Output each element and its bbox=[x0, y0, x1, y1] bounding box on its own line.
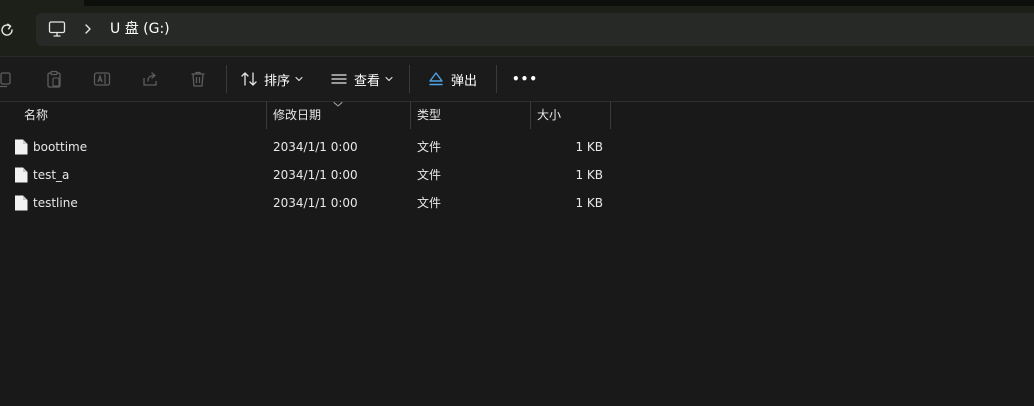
file-modified: 2034/1/1 0:00 bbox=[273, 168, 358, 182]
sort-indicator-icon bbox=[333, 101, 343, 107]
file-icon bbox=[15, 167, 28, 183]
view-label: 查看 bbox=[354, 73, 381, 89]
address-box[interactable]: U 盘 (G:) bbox=[36, 13, 1034, 46]
view-button[interactable]: 查看 bbox=[330, 64, 393, 94]
column-header-modified[interactable]: 修改日期 bbox=[273, 102, 321, 129]
file-row[interactable]: test_a 2034/1/1 0:00 文件 1 KB bbox=[0, 161, 620, 189]
column-divider[interactable] bbox=[530, 102, 531, 129]
file-type: 文件 bbox=[417, 140, 442, 154]
refresh-button[interactable] bbox=[0, 19, 18, 41]
copy-icon bbox=[0, 72, 11, 88]
more-options-icon: ••• bbox=[512, 72, 539, 86]
divider bbox=[0, 101, 1034, 102]
eject-label: 弹出 bbox=[451, 73, 478, 89]
paste-icon bbox=[47, 70, 61, 88]
view-list-icon bbox=[331, 74, 347, 84]
file-modified: 2034/1/1 0:00 bbox=[273, 196, 358, 210]
chevron-down-icon bbox=[385, 76, 393, 82]
file-name: boottime bbox=[33, 140, 88, 154]
rename-icon bbox=[93, 72, 111, 86]
copy-button[interactable] bbox=[0, 68, 16, 90]
eject-icon bbox=[429, 72, 443, 86]
column-header-type[interactable]: 类型 bbox=[417, 102, 441, 129]
share-icon bbox=[143, 72, 157, 86]
breadcrumb-chevron-icon[interactable] bbox=[82, 21, 94, 37]
file-icon bbox=[15, 139, 28, 155]
refresh-icon bbox=[1, 23, 13, 36]
file-name: test_a bbox=[33, 168, 70, 182]
file-name: testline bbox=[33, 196, 78, 210]
column-divider[interactable] bbox=[266, 102, 267, 129]
file-type: 文件 bbox=[417, 168, 442, 182]
file-row[interactable]: testline 2034/1/1 0:00 文件 1 KB bbox=[0, 189, 620, 217]
trash-icon bbox=[191, 71, 205, 87]
eject-button[interactable]: 弹出 bbox=[427, 64, 477, 94]
toolbar-separator bbox=[226, 65, 227, 93]
file-icon bbox=[15, 195, 28, 211]
share-button[interactable] bbox=[139, 68, 161, 90]
sort-button[interactable]: 排序 bbox=[240, 64, 303, 94]
file-type: 文件 bbox=[417, 196, 442, 210]
paste-button[interactable] bbox=[43, 68, 65, 90]
column-divider[interactable] bbox=[610, 102, 611, 129]
title-strip bbox=[84, 0, 1034, 6]
file-size: 1 KB bbox=[575, 196, 603, 210]
column-divider[interactable] bbox=[410, 102, 411, 129]
column-header-size[interactable]: 大小 bbox=[537, 102, 561, 129]
file-size: 1 KB bbox=[575, 168, 603, 182]
this-pc-icon[interactable] bbox=[48, 20, 66, 38]
file-modified: 2034/1/1 0:00 bbox=[273, 140, 358, 154]
more-options-button[interactable]: ••• bbox=[512, 64, 538, 94]
file-row[interactable]: boottime 2034/1/1 0:00 文件 1 KB bbox=[0, 133, 620, 161]
breadcrumb-drive[interactable]: U 盘 (G:) bbox=[110, 19, 170, 39]
chevron-down-icon bbox=[295, 76, 303, 82]
column-header-name[interactable]: 名称 bbox=[24, 102, 48, 129]
toolbar-separator bbox=[409, 65, 410, 93]
rename-button[interactable] bbox=[91, 68, 113, 90]
toolbar-separator bbox=[496, 65, 497, 93]
sort-label: 排序 bbox=[264, 73, 291, 89]
file-size: 1 KB bbox=[575, 140, 603, 154]
delete-button[interactable] bbox=[187, 68, 209, 90]
sort-icon bbox=[241, 72, 257, 86]
command-bar: 排序 查看 弹出 ••• bbox=[0, 57, 1034, 101]
address-bar-region: U 盘 (G:) bbox=[0, 0, 1034, 56]
